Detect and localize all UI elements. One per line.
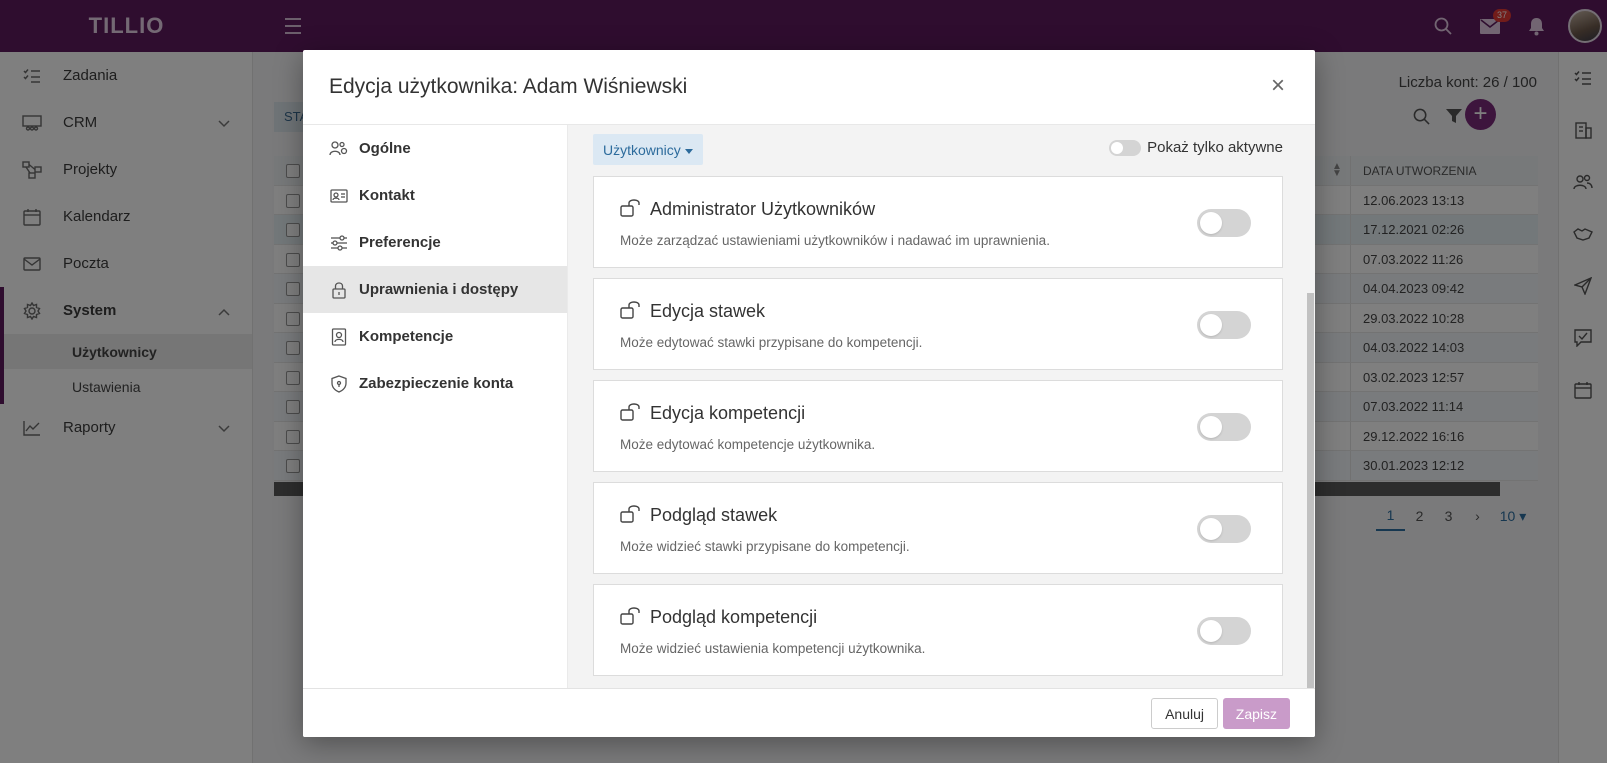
permission-card: Administrator Użytkowników Może zarządza…: [593, 176, 1283, 268]
menu-item-label: Zabezpieczenie konta: [359, 375, 514, 392]
menu-item-kontakt[interactable]: Kontakt: [303, 172, 567, 219]
permission-title: Edycja stawek: [650, 301, 766, 321]
permissions-panel: Użytkownicy Pokaż tylko aktywne Administ…: [568, 125, 1315, 688]
edit-user-modal: Edycja użytkownika: Adam Wiśniewski × Og…: [303, 50, 1315, 737]
permission-title: Podgląd kompetencji: [650, 607, 818, 627]
unlock-icon: [620, 300, 641, 324]
permission-card: Podgląd stawek Może widzieć stawki przyp…: [593, 482, 1283, 574]
unlock-icon: [620, 606, 641, 630]
permission-description: Może edytować stawki przypisane do kompe…: [620, 335, 923, 350]
contact-card-icon: [329, 187, 349, 205]
menu-item-uprawnienia[interactable]: Uprawnienia i dostępy: [303, 266, 567, 313]
unlock-icon: [620, 402, 641, 426]
permission-toggle[interactable]: [1197, 617, 1251, 645]
permission-description: Może widzieć stawki przypisane do kompet…: [620, 539, 910, 554]
active-only-label: Pokaż tylko aktywne: [1147, 139, 1283, 156]
modal-footer: Anuluj Zapisz: [303, 688, 1315, 737]
active-only-toggle[interactable]: [1109, 139, 1142, 156]
permission-card: Edycja kompetencji Może edytować kompete…: [593, 380, 1283, 472]
permission-toggle[interactable]: [1197, 515, 1251, 543]
caret-down-icon: [684, 148, 693, 154]
sliders-icon: [329, 234, 349, 252]
permission-title: Podgląd stawek: [650, 505, 778, 525]
menu-item-label: Kompetencje: [359, 328, 454, 345]
unlock-icon: [620, 198, 641, 222]
permission-toggle[interactable]: [1197, 209, 1251, 237]
active-only-filter: Pokaż tylko aktywne: [1109, 139, 1283, 156]
users-gear-icon: [329, 140, 349, 158]
permission-card: Podgląd kompetencji Może widzieć ustawie…: [593, 584, 1283, 676]
permission-title: Administrator Użytkowników: [650, 199, 876, 219]
save-button[interactable]: Zapisz: [1222, 698, 1290, 729]
modal-header: Edycja użytkownika: Adam Wiśniewski ×: [303, 50, 1315, 125]
menu-item-label: Uprawnienia i dostępy: [359, 281, 519, 298]
permission-toggle[interactable]: [1197, 311, 1251, 339]
menu-item-ogolne[interactable]: Ogólne: [303, 125, 567, 172]
unlock-icon: [620, 504, 641, 528]
menu-item-label: Ogólne: [359, 140, 411, 157]
category-dropdown-value: Użytkownicy: [603, 142, 681, 158]
permission-description: Może zarządzać ustawieniami użytkowników…: [620, 233, 1050, 248]
menu-item-kompetencje[interactable]: Kompetencje: [303, 313, 567, 360]
cancel-button[interactable]: Anuluj: [1151, 698, 1218, 729]
modal-side-menu: Ogólne Kontakt Preferencje Uprawnienia i…: [303, 125, 568, 688]
badge-icon: [329, 327, 349, 346]
modal-title: Edycja użytkownika: Adam Wiśniewski: [329, 75, 688, 98]
permission-toggle[interactable]: [1197, 413, 1251, 441]
menu-item-label: Preferencje: [359, 234, 441, 251]
menu-item-preferencje[interactable]: Preferencje: [303, 219, 567, 266]
modal-scrollbar-thumb[interactable]: [1307, 293, 1314, 695]
close-icon[interactable]: ×: [1271, 74, 1285, 98]
permission-description: Może widzieć ustawienia kompetencji użyt…: [620, 641, 926, 656]
menu-item-zabezpieczenie[interactable]: Zabezpieczenie konta: [303, 360, 567, 407]
category-dropdown[interactable]: Użytkownicy: [593, 134, 703, 165]
permissions-list: Administrator Użytkowników Może zarządza…: [593, 176, 1283, 686]
shield-icon: [329, 374, 349, 393]
menu-item-label: Kontakt: [359, 187, 415, 204]
permission-title: Edycja kompetencji: [650, 403, 806, 423]
permission-description: Może edytować kompetencje użytkownika.: [620, 437, 876, 452]
permission-card: Edycja stawek Może edytować stawki przyp…: [593, 278, 1283, 370]
lock-icon: [329, 281, 349, 299]
